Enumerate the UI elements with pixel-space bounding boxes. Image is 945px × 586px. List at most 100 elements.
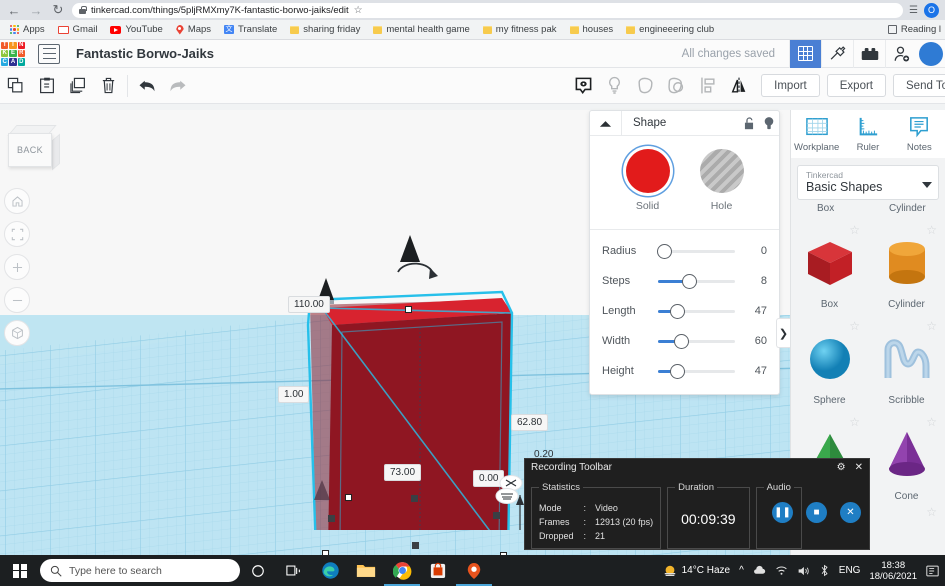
bookmark-sharing-friday[interactable]: sharing friday bbox=[285, 23, 365, 36]
clock[interactable]: 18:38 18/06/2021 bbox=[869, 560, 917, 582]
undo-button[interactable] bbox=[131, 68, 162, 104]
fit-view-button[interactable] bbox=[4, 221, 30, 247]
slider-knob[interactable] bbox=[681, 274, 697, 289]
dimension-workplane[interactable]: 1.00 bbox=[278, 386, 310, 403]
taskbar-search[interactable]: Type here to search bbox=[40, 559, 240, 582]
height-slider[interactable] bbox=[658, 363, 735, 379]
highlight-button[interactable] bbox=[568, 68, 599, 104]
task-view-button[interactable] bbox=[276, 555, 312, 586]
microsoft-store-button[interactable] bbox=[420, 555, 456, 586]
delete-button[interactable] bbox=[93, 68, 124, 104]
home-view-button[interactable] bbox=[4, 188, 30, 214]
bookmark-houses[interactable]: houses bbox=[565, 23, 619, 36]
bookmark-gmail[interactable]: Gmail bbox=[53, 23, 103, 36]
zoom-out-button[interactable] bbox=[4, 287, 30, 313]
forward-arrow-icon[interactable]: → bbox=[28, 2, 44, 18]
property-value[interactable]: 47 bbox=[741, 305, 767, 317]
bookmark-mental-health-game[interactable]: mental health game bbox=[368, 23, 474, 36]
recording-toolbar[interactable]: Recording Toolbar ⚙ ✕ Statistics Mode : … bbox=[524, 458, 870, 550]
lightbulb-button[interactable] bbox=[599, 68, 630, 104]
chevron-down-icon[interactable] bbox=[922, 182, 932, 188]
shape-item-extra-right[interactable]: ☆ bbox=[868, 505, 945, 535]
steps-slider[interactable] bbox=[658, 273, 735, 289]
property-value[interactable]: 60 bbox=[741, 335, 767, 347]
tinkercad-logo[interactable]: TIN KER CAD bbox=[0, 41, 26, 67]
top-handle[interactable] bbox=[405, 306, 412, 313]
edge-handle-left[interactable] bbox=[328, 515, 335, 522]
bookmark-my-fitness-pak[interactable]: my fitness pak bbox=[478, 23, 562, 36]
gear-icon[interactable]: ⚙ bbox=[837, 462, 846, 473]
onedrive-icon[interactable] bbox=[753, 565, 766, 576]
slider-knob[interactable] bbox=[657, 244, 672, 259]
copy-button[interactable] bbox=[0, 68, 31, 104]
solid-option[interactable]: Solid bbox=[625, 149, 670, 212]
property-value[interactable]: 47 bbox=[741, 365, 767, 377]
close-icon[interactable]: ✕ bbox=[855, 462, 863, 473]
chevron-up-icon[interactable]: ^ bbox=[739, 565, 744, 576]
align-button[interactable] bbox=[692, 68, 723, 104]
shape-item-cone[interactable]: ☆ Cone bbox=[868, 409, 945, 505]
back-arrow-icon[interactable]: ← bbox=[6, 2, 22, 18]
volume-icon[interactable] bbox=[797, 565, 810, 577]
solid-swatch[interactable] bbox=[625, 149, 670, 193]
file-explorer-button[interactable] bbox=[348, 555, 384, 586]
codeblocks-button[interactable] bbox=[821, 39, 853, 68]
edge-handle-right[interactable] bbox=[493, 512, 500, 519]
width-slider[interactable] bbox=[658, 333, 735, 349]
collapse-button[interactable] bbox=[590, 111, 622, 135]
dimension-height[interactable]: 110.00 bbox=[288, 296, 330, 313]
export-button[interactable]: Export bbox=[826, 74, 886, 97]
lock-button[interactable] bbox=[739, 116, 759, 130]
radius-slider[interactable] bbox=[657, 243, 735, 259]
view-cube-label[interactable]: BACK bbox=[8, 133, 52, 167]
start-button[interactable] bbox=[0, 555, 40, 586]
bookmark-star-icon[interactable]: ☆ bbox=[354, 5, 363, 16]
profile-avatar[interactable]: O bbox=[924, 2, 939, 18]
length-slider[interactable] bbox=[658, 303, 735, 319]
shape-item-cylinder[interactable]: ☆ Cylinder bbox=[868, 217, 945, 313]
wifi-icon[interactable] bbox=[775, 565, 788, 576]
invite-people-button[interactable] bbox=[885, 39, 917, 68]
hole-swatch[interactable] bbox=[699, 149, 744, 193]
stop-button[interactable]: ■ bbox=[806, 502, 827, 523]
weather-widget[interactable]: 14°C Haze bbox=[663, 564, 730, 578]
chrome-button[interactable] bbox=[384, 555, 420, 586]
slider-knob[interactable] bbox=[670, 364, 686, 379]
bookmark-youtube[interactable]: YouTube bbox=[105, 23, 167, 36]
slider-knob[interactable] bbox=[670, 304, 686, 319]
bookmark-engineeering-club[interactable]: engineeering club bbox=[621, 23, 719, 36]
expand-panel-button[interactable]: ❯ bbox=[776, 318, 790, 348]
redo-button[interactable] bbox=[162, 68, 193, 104]
shape-library-select[interactable]: Tinkercad Basic Shapes bbox=[797, 165, 939, 200]
cortana-button[interactable] bbox=[240, 555, 276, 586]
shape-item-scribble[interactable]: ☆ Scribble bbox=[868, 313, 945, 409]
view-cube[interactable]: BACK bbox=[7, 125, 60, 171]
shape-item-sphere[interactable]: ☆ Sphere bbox=[791, 313, 868, 409]
language-indicator[interactable]: ENG bbox=[839, 565, 861, 576]
bricks-button[interactable] bbox=[853, 39, 885, 68]
reading-list-button[interactable]: Reading l bbox=[887, 24, 941, 35]
dimension-length[interactable]: 73.00 bbox=[384, 464, 422, 481]
center-handle[interactable] bbox=[411, 495, 418, 502]
user-avatar[interactable] bbox=[919, 41, 943, 66]
view-cube-side[interactable] bbox=[52, 133, 60, 171]
cancel-button[interactable]: ✕ bbox=[840, 502, 861, 523]
project-menu-button[interactable] bbox=[38, 43, 60, 64]
action-center-icon[interactable] bbox=[926, 565, 939, 577]
mirror-button[interactable] bbox=[723, 68, 754, 104]
chrome-menu-icon[interactable]: ☰ bbox=[909, 5, 918, 16]
visibility-button[interactable] bbox=[759, 116, 779, 131]
favorite-star-icon[interactable]: ☆ bbox=[926, 505, 937, 519]
ungroup-button[interactable] bbox=[661, 68, 692, 104]
bookmark-maps[interactable]: Maps bbox=[171, 23, 216, 36]
dimension-width[interactable]: 62.80 bbox=[511, 414, 549, 431]
send-to-button[interactable]: Send To bbox=[893, 74, 945, 97]
reload-icon[interactable]: ↻ bbox=[50, 2, 66, 18]
zoom-in-button[interactable] bbox=[4, 254, 30, 280]
import-button[interactable]: Import bbox=[761, 74, 820, 97]
pause-button[interactable]: ❚❚ bbox=[772, 502, 793, 523]
screen-recorder-button[interactable] bbox=[456, 555, 492, 586]
ruler-tool[interactable]: Ruler bbox=[842, 116, 893, 153]
edge-handle-bottom[interactable] bbox=[412, 542, 419, 549]
edge-button[interactable] bbox=[312, 555, 348, 586]
